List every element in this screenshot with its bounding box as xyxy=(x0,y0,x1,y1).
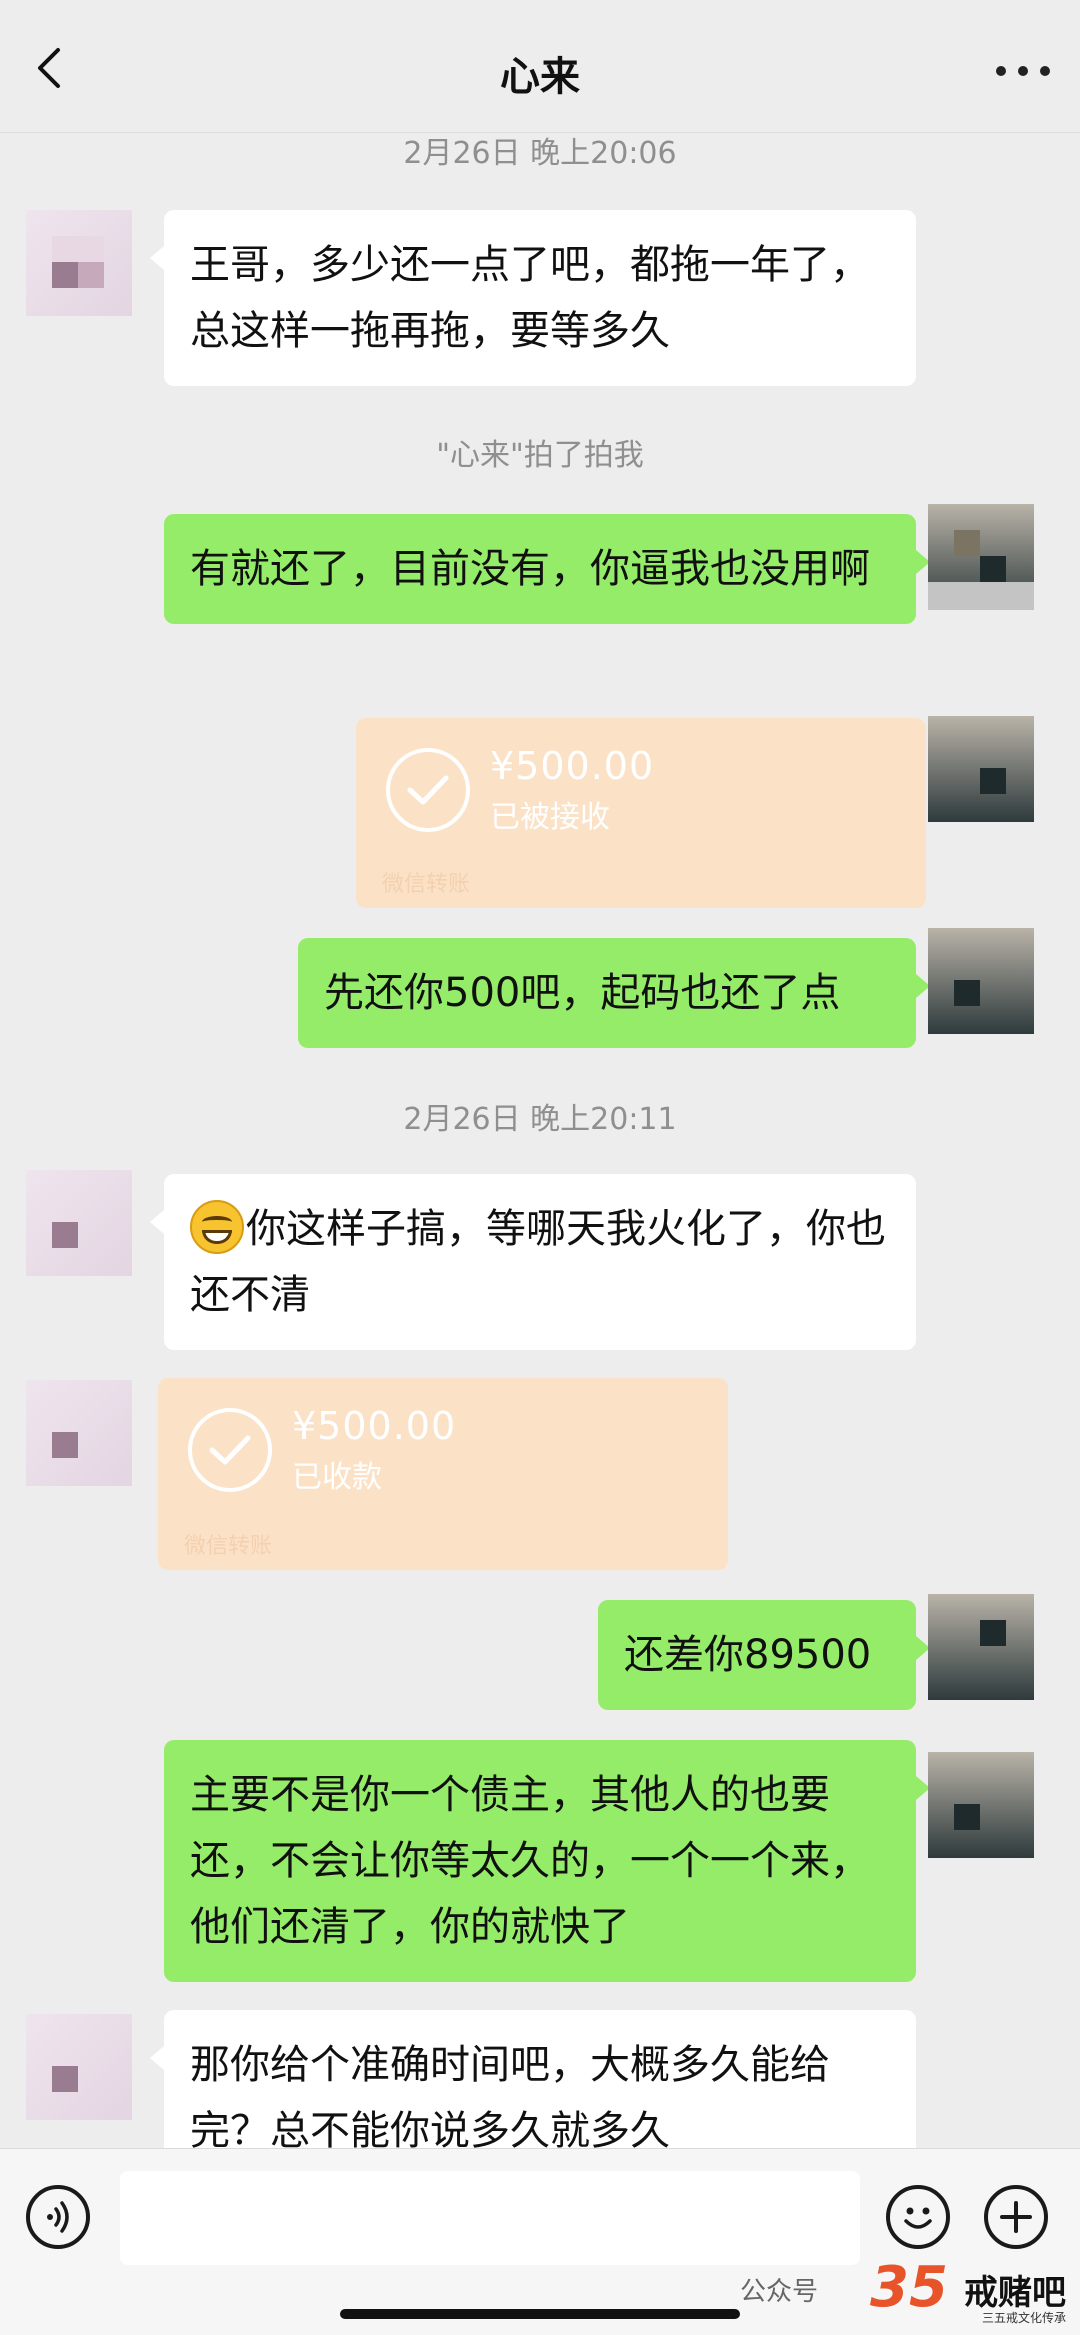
user-avatar[interactable] xyxy=(928,1752,1034,1858)
user-avatar[interactable] xyxy=(928,504,1034,610)
contact-avatar[interactable] xyxy=(26,2014,132,2120)
transfer-card-sent[interactable]: ¥500.00 已被接收 微信转账 xyxy=(356,718,926,908)
message-bubble-sent[interactable]: 还差你89500 xyxy=(598,1600,930,1710)
watermark-label: 公众号 xyxy=(740,2277,819,2307)
pat-notice: "心来"拍了拍我 xyxy=(436,438,644,473)
transfer-amount: ¥500.00 xyxy=(490,744,655,788)
plus-icon[interactable] xyxy=(984,2185,1048,2249)
transfer-footer: 微信转账 xyxy=(184,1534,273,1559)
contact-avatar[interactable] xyxy=(26,1380,132,1486)
message-bubble-received[interactable]: 王哥，多少还一点了吧，都拖一年了，总这样一拖再拖，要等多久 xyxy=(150,210,916,386)
emoji-icon[interactable] xyxy=(886,2185,950,2249)
message-bubble-sent[interactable]: 主要不是你一个债主，其他人的也要还，不会让你等太久的，一个一个来，他们还清了，你… xyxy=(164,1740,930,1982)
check-circle-icon xyxy=(386,748,470,832)
chat-header: 心来 xyxy=(0,0,1080,133)
chat-title: 心来 xyxy=(500,54,580,100)
transfer-status: 已被接收 xyxy=(490,800,610,835)
message-text: 你这样子搞，等哪天我火化了，你也还不清 xyxy=(190,1206,886,1318)
home-indicator xyxy=(340,2309,740,2319)
grin-emoji-icon xyxy=(190,1200,244,1254)
user-avatar[interactable] xyxy=(928,716,1034,822)
timestamp: 2月26日 晚上20:11 xyxy=(403,1102,677,1137)
message-input[interactable] xyxy=(120,2171,860,2265)
message-bubble-sent[interactable]: 先还你500吧，起码也还了点 xyxy=(298,938,930,1048)
transfer-card-received[interactable]: ¥500.00 已收款 微信转账 xyxy=(158,1378,728,1570)
brand-subtitle: 三五戒文化传承 xyxy=(981,2311,1066,2325)
message-bubble-sent[interactable]: 有就还了，目前没有，你逼我也没用啊 xyxy=(164,514,930,624)
check-circle-icon xyxy=(188,1408,272,1492)
contact-avatar[interactable] xyxy=(26,210,132,316)
brand-number: 35 xyxy=(870,2255,948,2320)
transfer-amount: ¥500.00 xyxy=(292,1404,457,1448)
voice-input-icon[interactable] xyxy=(26,2185,90,2249)
message-bubble-received[interactable]: 你这样子搞，等哪天我火化了，你也还不清 xyxy=(150,1174,916,1350)
more-options-icon[interactable] xyxy=(996,62,1052,82)
user-avatar[interactable] xyxy=(928,1594,1034,1700)
brand-logo-text: 戒赌吧 xyxy=(964,2273,1066,2313)
input-toolbar: 公众号 35 戒赌吧 三五戒文化传承 xyxy=(0,2148,1080,2335)
timestamp: 2月26日 晚上20:06 xyxy=(403,136,677,171)
transfer-footer: 微信转账 xyxy=(382,872,471,897)
user-avatar[interactable] xyxy=(928,928,1034,1034)
contact-avatar[interactable] xyxy=(26,1170,132,1276)
transfer-status: 已收款 xyxy=(292,1460,382,1495)
